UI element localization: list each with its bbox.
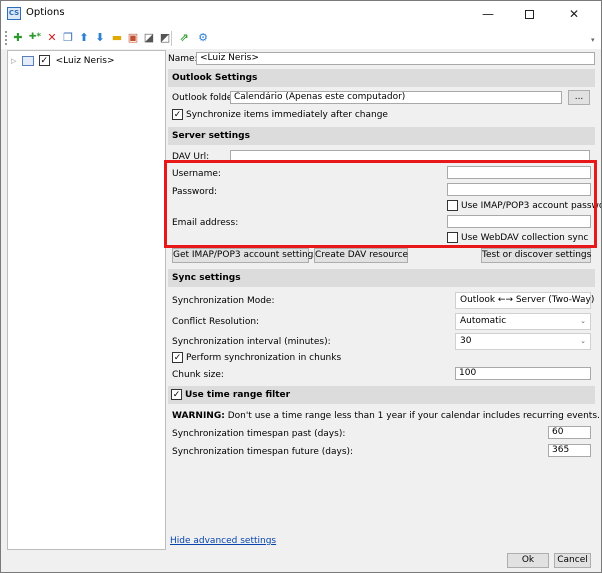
get-imap-settings-button[interactable]: Get IMAP/POP3 account settings bbox=[172, 248, 318, 263]
window-title: Options bbox=[26, 7, 65, 18]
time-range-header[interactable]: ✓ Use time range filter bbox=[168, 386, 595, 404]
profile-tree: ▷ ✓ <Luiz Neris> bbox=[7, 50, 166, 550]
calendar-icon bbox=[21, 56, 34, 66]
sync-immediately-row[interactable]: ✓ Synchronize items immediately after cha… bbox=[172, 109, 388, 121]
outlook-folder-input[interactable]: Calendário (Apenas este computador) bbox=[230, 91, 562, 104]
sync-in-chunks-label: Perform synchronization in chunks bbox=[186, 353, 342, 363]
delete-icon[interactable]: ✕ bbox=[45, 30, 59, 45]
sync-in-chunks-row[interactable]: ✓ Perform synchronization in chunks bbox=[172, 352, 341, 364]
conflict-resolution-label: Conflict Resolution: bbox=[172, 317, 260, 327]
time-range-checkbox[interactable]: ✓ bbox=[171, 389, 182, 400]
sync-mode-select[interactable]: Outlook ←→ Server (Two-Way) ⌄ bbox=[455, 292, 595, 309]
outlook-sync-icon: CS bbox=[7, 7, 21, 20]
sync-interval-label: Synchronization interval (minutes): bbox=[172, 337, 331, 347]
move-up-icon[interactable]: ⬆ bbox=[77, 30, 91, 45]
share-icon[interactable]: ⇗ bbox=[177, 30, 191, 45]
tree-item-profile[interactable]: ▷ ✓ <Luiz Neris> bbox=[11, 54, 115, 68]
chunk-size-label: Chunk size: bbox=[172, 370, 224, 380]
warning-text: Don't use a time range less than 1 year … bbox=[224, 411, 600, 421]
add-icon[interactable]: ✚ bbox=[11, 30, 25, 45]
general-options-icon[interactable]: ⚙ bbox=[196, 30, 210, 45]
timespan-past-label: Synchronization timespan past (days): bbox=[172, 429, 346, 439]
clear-cache-icon[interactable]: ▣ bbox=[126, 30, 140, 45]
server-settings-header: Server settings bbox=[168, 127, 595, 145]
expand-icon[interactable]: ▷ bbox=[11, 54, 19, 68]
chevron-down-icon: ⌄ bbox=[580, 317, 586, 325]
chunk-size-input[interactable]: 100 bbox=[455, 367, 591, 380]
name-input[interactable]: <Luiz Neris> bbox=[196, 52, 595, 65]
tree-item-label: <Luiz Neris> bbox=[55, 56, 115, 66]
export-icon[interactable]: ◪ bbox=[142, 30, 156, 45]
profile-settings-form: Name: <Luiz Neris> Outlook Settings Outl… bbox=[164, 50, 601, 570]
sync-settings-header: Sync settings bbox=[168, 269, 595, 287]
outlook-folder-label: Outlook folder: bbox=[172, 93, 239, 103]
timespan-past-input[interactable]: 60 bbox=[548, 426, 591, 439]
toolbar-separator bbox=[171, 31, 172, 46]
time-range-warning: WARNING: Don't use a time range less tha… bbox=[172, 410, 600, 422]
sync-interval-select[interactable]: 30 ⌄ bbox=[455, 333, 591, 350]
timespan-future-label: Synchronization timespan future (days): bbox=[172, 447, 354, 457]
ok-button[interactable]: Ok bbox=[507, 553, 549, 568]
sync-mode-label: Synchronization Mode: bbox=[172, 296, 275, 306]
profile-checkbox[interactable]: ✓ bbox=[38, 55, 50, 66]
sync-interval-value: 30 bbox=[460, 336, 472, 346]
title-bar: CS Options — ✕ bbox=[1, 1, 601, 27]
cancel-button[interactable]: Cancel bbox=[554, 553, 591, 568]
sync-immediately-checkbox[interactable]: ✓ bbox=[172, 109, 183, 120]
conflict-resolution-value: Automatic bbox=[460, 316, 507, 326]
add-multiple-icon[interactable]: ✚* bbox=[28, 30, 42, 45]
browse-folder-button[interactable]: ... bbox=[568, 90, 590, 105]
time-range-label: Use time range filter bbox=[185, 390, 291, 400]
outlook-settings-header: Outlook Settings bbox=[168, 69, 595, 87]
hide-advanced-settings-link[interactable]: Hide advanced settings bbox=[170, 536, 276, 546]
timespan-future-input[interactable]: 365 bbox=[548, 444, 591, 457]
options-window: CS Options — ✕ ✚ ✚* ✕ ❐ ⬆ ⬇ ▬ ▣ ◪ ◩ ⇗ ⚙ … bbox=[0, 0, 602, 573]
close-button[interactable]: ✕ bbox=[554, 1, 594, 27]
copy-icon[interactable]: ❐ bbox=[61, 30, 75, 45]
sync-immediately-label: Synchronize items immediately after chan… bbox=[186, 110, 388, 120]
toolbar-overflow-icon[interactable]: ▾ bbox=[591, 36, 595, 44]
toolbar: ✚ ✚* ✕ ❐ ⬆ ⬇ ▬ ▣ ◪ ◩ ⇗ ⚙ ▾ bbox=[1, 27, 601, 49]
chevron-down-icon: ⌄ bbox=[580, 296, 586, 304]
name-label: Name: bbox=[168, 54, 198, 64]
create-dav-resource-button[interactable]: Create DAV resource bbox=[314, 248, 408, 263]
test-settings-button[interactable]: Test or discover settings bbox=[481, 248, 591, 263]
move-down-icon[interactable]: ⬇ bbox=[93, 30, 107, 45]
toolbar-grip bbox=[5, 31, 7, 45]
sync-in-chunks-checkbox[interactable]: ✓ bbox=[172, 352, 183, 363]
sync-mode-value: Outlook ←→ Server (Two-Way) bbox=[460, 295, 595, 305]
conflict-resolution-select[interactable]: Automatic ⌄ bbox=[455, 313, 591, 330]
minimize-button[interactable]: — bbox=[468, 1, 508, 27]
chevron-down-icon: ⌄ bbox=[580, 337, 586, 345]
maximize-button[interactable] bbox=[509, 1, 549, 27]
credentials-highlight-box bbox=[164, 160, 597, 248]
import-icon[interactable]: ◩ bbox=[158, 30, 172, 45]
open-folder-icon[interactable]: ▬ bbox=[110, 30, 124, 45]
warning-prefix: WARNING: bbox=[172, 411, 225, 421]
